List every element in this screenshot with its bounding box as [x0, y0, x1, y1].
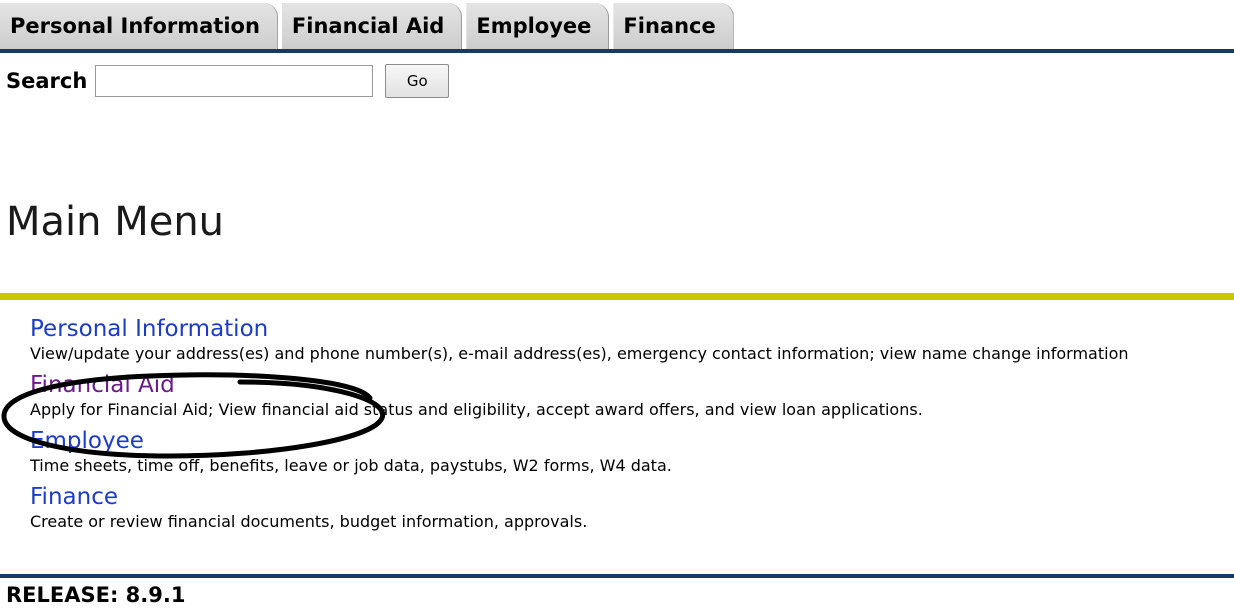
menu-link-employee[interactable]: Employee — [30, 426, 1234, 456]
menu-link-personal-information[interactable]: Personal Information — [30, 314, 1234, 344]
tab-list: Personal Information Financial Aid Emplo… — [0, 3, 738, 49]
tab-financial-aid[interactable]: Financial Aid — [281, 3, 463, 49]
menu-item-financial-aid: Financial Aid Apply for Financial Aid; V… — [30, 370, 1234, 420]
menu-description-finance: Create or review financial documents, bu… — [30, 512, 588, 531]
main-menu-list: Personal Information View/update your ad… — [30, 314, 1234, 538]
menu-description-financial-aid: Apply for Financial Aid; View financial … — [30, 400, 923, 419]
menu-item-personal-information: Personal Information View/update your ad… — [30, 314, 1234, 364]
menu-item-employee: Employee Time sheets, time off, benefits… — [30, 426, 1234, 476]
menu-link-financial-aid[interactable]: Financial Aid — [30, 370, 1234, 400]
go-button[interactable]: Go — [385, 64, 450, 98]
search-label: Search — [6, 69, 88, 93]
menu-description-personal-information: View/update your address(es) and phone n… — [30, 344, 1129, 363]
footer-divider — [0, 574, 1234, 578]
tab-finance[interactable]: Finance — [613, 3, 734, 49]
tab-personal-information[interactable]: Personal Information — [0, 3, 278, 49]
menu-description-employee: Time sheets, time off, benefits, leave o… — [30, 456, 672, 475]
menu-item-finance: Finance Create or review financial docum… — [30, 482, 1234, 532]
page-title: Main Menu — [6, 199, 225, 245]
tab-bar: Personal Information Financial Aid Emplo… — [0, 0, 1234, 53]
menu-link-finance[interactable]: Finance — [30, 482, 1234, 512]
search-bar: Search Go — [6, 62, 450, 100]
tab-employee[interactable]: Employee — [466, 3, 610, 49]
search-input[interactable] — [95, 65, 374, 97]
release-label: RELEASE: 8.9.1 — [6, 583, 186, 607]
title-divider — [0, 293, 1234, 300]
tab-divider — [0, 49, 1234, 53]
